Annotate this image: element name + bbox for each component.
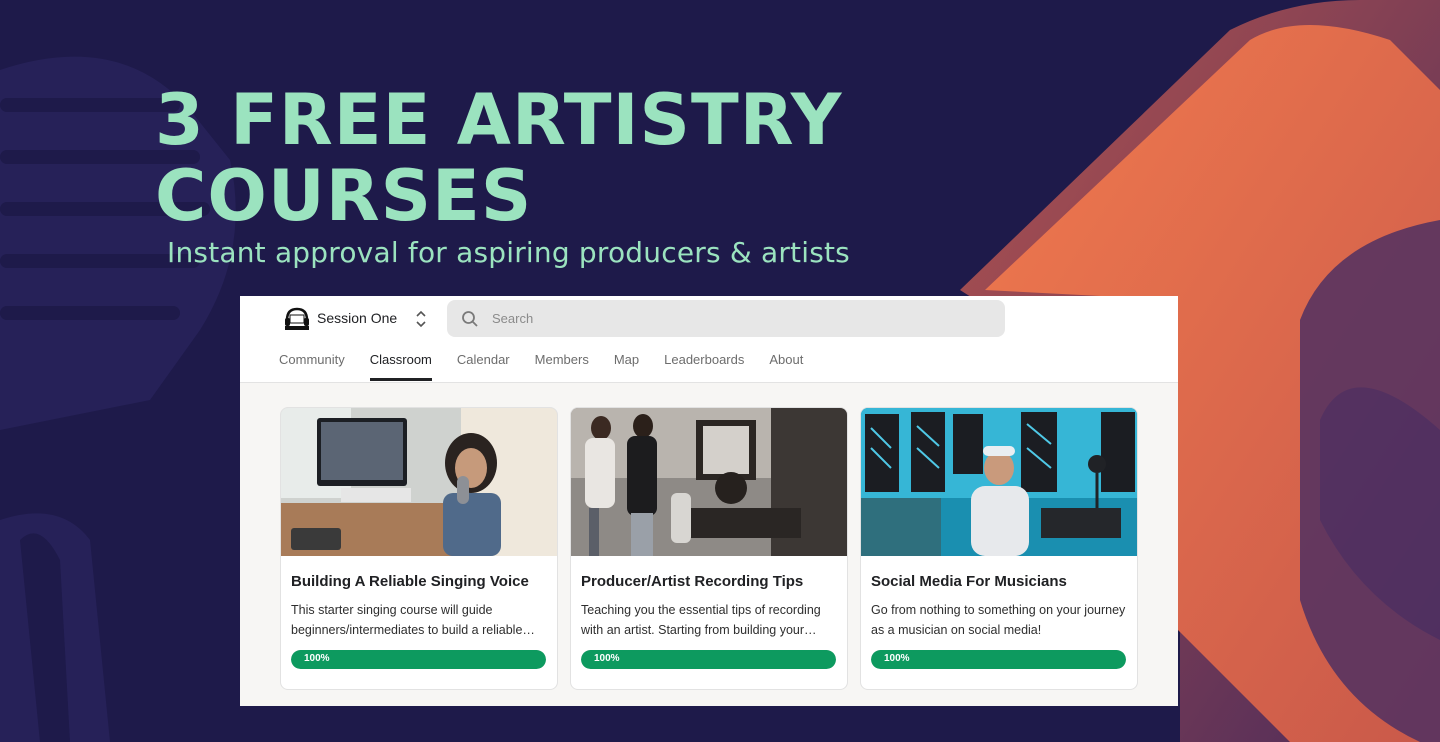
course-thumbnail-studio [571, 408, 847, 556]
course-title: Producer/Artist Recording Tips [581, 573, 804, 590]
course-description: Go from nothing to something on your jou… [871, 603, 1126, 637]
chevron-up-down-icon[interactable] [414, 308, 428, 330]
course-card[interactable]: Social Media For Musicians Go from nothi… [860, 407, 1138, 690]
tab-community[interactable]: Community [279, 346, 345, 374]
nav-tabs: Community Classroom Calendar Members Map… [279, 346, 803, 381]
progress-label: 100% [594, 653, 620, 664]
progress-label: 100% [304, 653, 330, 664]
group-logo-icon[interactable] [282, 306, 312, 332]
course-description: Teaching you the essential tips of recor… [581, 603, 821, 637]
course-progress-bar: 100% [291, 650, 546, 669]
course-description: This starter singing course will guide b… [291, 603, 535, 637]
course-title: Building A Reliable Singing Voice [291, 573, 529, 590]
hero-title-line1: 3 FREE ARTISTRY [155, 79, 843, 161]
course-thumbnail-singer [281, 408, 557, 556]
search-icon [462, 311, 478, 327]
progress-label: 100% [884, 653, 910, 664]
tab-leaderboards[interactable]: Leaderboards [664, 346, 744, 374]
hero-title-line2: COURSES [155, 155, 533, 237]
tab-about[interactable]: About [769, 346, 803, 374]
group-name[interactable]: Session One [317, 310, 397, 326]
search-bar[interactable] [447, 300, 1005, 337]
tab-members[interactable]: Members [535, 346, 589, 374]
tab-calendar[interactable]: Calendar [457, 346, 510, 374]
course-progress-bar: 100% [581, 650, 836, 669]
hero-subtitle: Instant approval for aspiring producers … [167, 236, 850, 269]
tab-map[interactable]: Map [614, 346, 639, 374]
course-thumbnail-creator [861, 408, 1137, 556]
course-card[interactable]: Building A Reliable Singing Voice This s… [280, 407, 558, 690]
hero-title: 3 FREE ARTISTRY COURSES [155, 82, 842, 234]
tab-classroom[interactable]: Classroom [369, 346, 432, 381]
app-header: Session One Community Classroom Calendar… [240, 296, 1178, 383]
course-card[interactable]: Producer/Artist Recording Tips Teaching … [570, 407, 848, 690]
search-input[interactable] [492, 300, 992, 337]
course-title: Social Media For Musicians [871, 573, 1067, 590]
app-window: Session One Community Classroom Calendar… [240, 296, 1178, 706]
course-progress-bar: 100% [871, 650, 1126, 669]
